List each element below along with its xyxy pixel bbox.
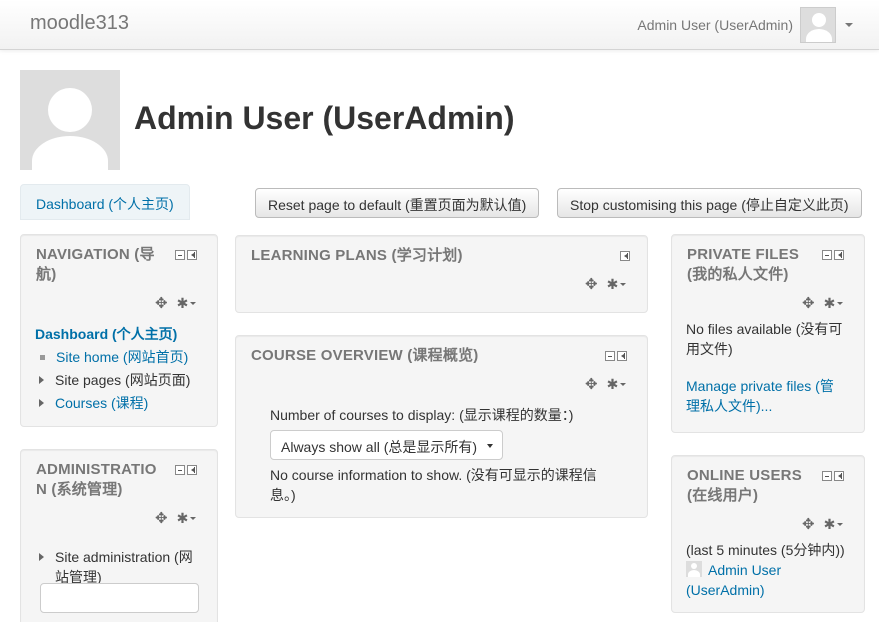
minimize-icon[interactable] <box>822 471 832 481</box>
gear-icon[interactable]: ✱ <box>824 516 836 533</box>
nav-item-site-pages-label[interactable]: Site pages (网站页面) <box>55 370 190 390</box>
manage-private-files-link[interactable]: Manage private files (管 理私人文件)... <box>686 376 834 416</box>
online-users-block-controls <box>822 471 844 481</box>
user-menu-name[interactable]: Admin User (UserAdmin) <box>637 17 793 33</box>
nav-item-site-administration[interactable]: Site administration (网 站管理) <box>35 547 193 587</box>
user-menu[interactable]: Admin User (UserAdmin) <box>637 7 853 43</box>
chevron-down-icon[interactable] <box>620 282 627 286</box>
learning-plans-block-actions: ✥ ✱ <box>585 275 627 293</box>
expand-arrow-icon[interactable] <box>39 376 44 384</box>
move-icon[interactable]: ✥ <box>802 294 815 312</box>
gear-icon[interactable]: ✱ <box>607 376 619 393</box>
nav-item-site-pages[interactable]: Site pages (网站页面) <box>35 370 190 390</box>
private-files-block-controls <box>822 250 844 260</box>
bullet-icon <box>40 354 45 360</box>
gear-icon[interactable]: ✱ <box>177 295 189 312</box>
courses-count-select-value: Always show all (总是显示所有) <box>281 439 478 455</box>
profile-picture <box>20 70 120 170</box>
avatar <box>686 561 702 577</box>
no-course-info-text: No course information to show. (没有可显示的课程… <box>270 467 597 503</box>
navigation-block-title: NAVIGATION (导 航) <box>36 246 155 283</box>
reset-page-button[interactable]: Reset page to default (重置页面为默认值) <box>255 188 540 218</box>
minimize-icon[interactable] <box>605 351 615 361</box>
search-input[interactable] <box>40 583 199 613</box>
course-overview-block-controls <box>605 351 627 361</box>
online-user-item[interactable]: Admin User (UserAdmin) <box>686 560 781 600</box>
online-users-block-actions: ✥ ✱ <box>802 515 844 533</box>
site-brand-link[interactable]: moodle313 <box>30 12 129 35</box>
courses-count-select[interactable]: Always show all (总是显示所有) <box>270 430 503 460</box>
minimize-icon[interactable] <box>822 250 832 260</box>
dock-icon[interactable] <box>834 471 844 481</box>
expand-arrow-icon[interactable] <box>39 553 44 561</box>
learning-plans-block-title: LEARNING PLANS (学习计划) <box>251 247 463 264</box>
dock-icon[interactable] <box>187 250 197 260</box>
navigation-block-controls <box>175 250 197 260</box>
nav-item-site-home[interactable]: Site home (网站首页) <box>35 347 188 367</box>
online-user-link-username[interactable]: (UserAdmin) <box>686 582 765 598</box>
nav-item-site-home-label[interactable]: Site home (网站首页) <box>56 347 188 367</box>
top-navbar: moodle313 Admin User (UserAdmin) <box>0 0 879 50</box>
course-overview-block-actions: ✥ ✱ <box>585 375 627 393</box>
chevron-down-icon[interactable] <box>837 301 844 305</box>
courses-count-label: Number of courses to display: (显示课程的数量：) <box>270 407 574 423</box>
chevron-down-icon[interactable] <box>837 522 844 526</box>
online-period-text: (last 5 minutes (5分钟内)) <box>686 542 845 558</box>
online-user-link[interactable]: Admin User <box>708 562 781 578</box>
private-files-block-actions: ✥ ✱ <box>802 294 844 312</box>
minimize-icon[interactable] <box>175 465 185 475</box>
learning-plans-block-controls <box>620 251 630 261</box>
stop-customising-button[interactable]: Stop customising this page (停止自定义此页) <box>557 188 862 218</box>
navigation-block-actions: ✥ ✱ <box>155 294 197 312</box>
move-icon[interactable]: ✥ <box>802 515 815 533</box>
chevron-down-icon <box>487 444 493 448</box>
page-title: Admin User (UserAdmin) <box>134 100 515 136</box>
nav-item-courses-label[interactable]: Courses (课程) <box>55 393 148 413</box>
move-icon[interactable]: ✥ <box>585 375 598 393</box>
gear-icon[interactable]: ✱ <box>824 295 836 312</box>
dock-icon[interactable] <box>834 250 844 260</box>
administration-block-title: ADMINISTRATIO N (系统管理) <box>36 461 157 498</box>
dock-icon[interactable] <box>620 251 630 261</box>
course-overview-block-title: COURSE OVERVIEW (课程概览) <box>251 347 479 364</box>
private-files-block-title: PRIVATE FILES (我的私人文件) <box>687 246 800 283</box>
chevron-down-icon[interactable] <box>620 382 627 386</box>
move-icon[interactable]: ✥ <box>155 509 168 527</box>
avatar[interactable] <box>800 7 836 43</box>
administration-block-actions: ✥ ✱ <box>155 509 197 527</box>
administration-block-controls <box>175 465 197 475</box>
move-icon[interactable]: ✥ <box>585 275 598 293</box>
gear-icon[interactable]: ✱ <box>177 510 189 527</box>
no-files-text: No files available (没有可 用文件) <box>686 321 843 357</box>
minimize-icon[interactable] <box>175 250 185 260</box>
gear-icon[interactable]: ✱ <box>607 276 619 293</box>
move-icon[interactable]: ✥ <box>155 294 168 312</box>
nav-item-courses[interactable]: Courses (课程) <box>35 393 148 413</box>
dock-icon[interactable] <box>187 465 197 475</box>
chevron-down-icon[interactable] <box>845 23 853 27</box>
tab-dashboard[interactable]: Dashboard (个人主页) <box>20 184 190 220</box>
chevron-down-icon[interactable] <box>190 301 197 305</box>
nav-item-site-administration-label[interactable]: Site administration (网 站管理) <box>55 547 193 587</box>
nav-item-dashboard[interactable]: Dashboard (个人主页) <box>35 324 177 344</box>
dock-icon[interactable] <box>617 351 627 361</box>
chevron-down-icon[interactable] <box>190 516 197 520</box>
expand-arrow-icon[interactable] <box>39 399 44 407</box>
online-users-block-title: ONLINE USERS (在线用户) <box>687 467 802 504</box>
